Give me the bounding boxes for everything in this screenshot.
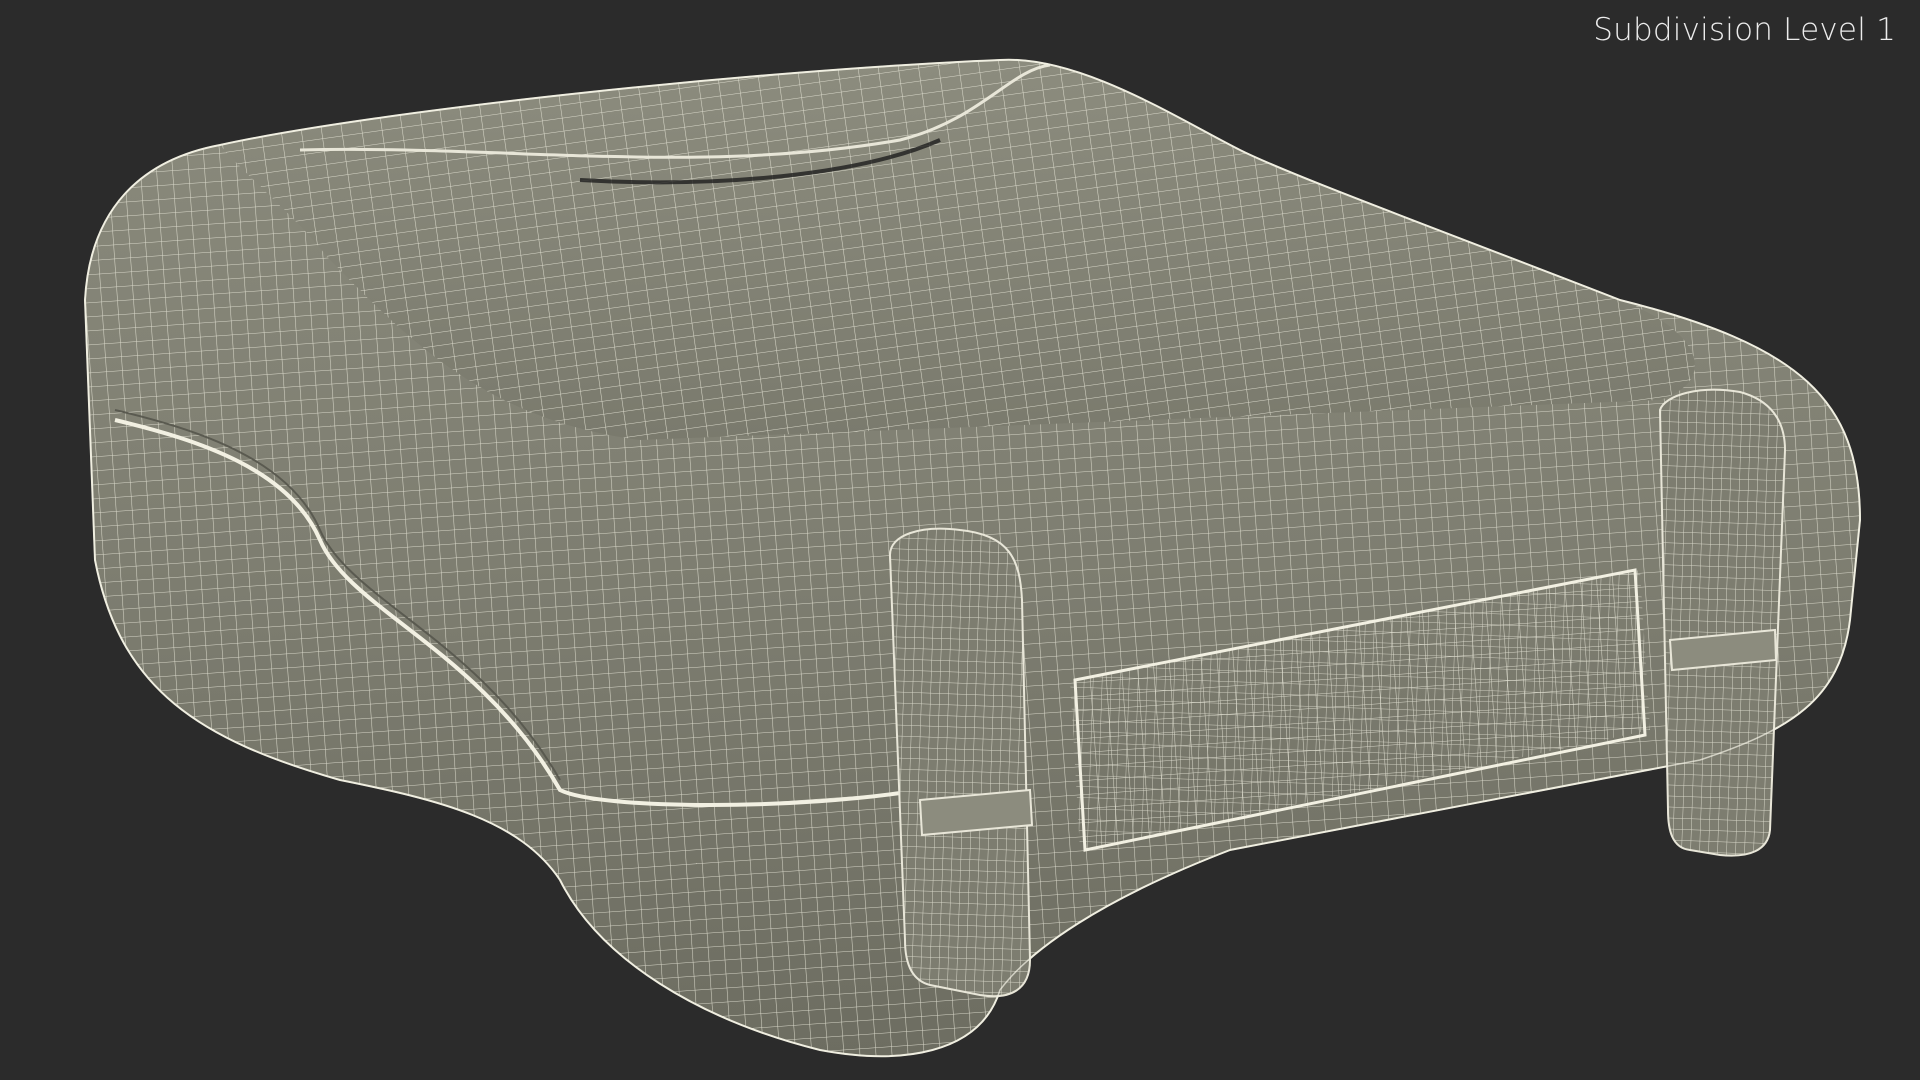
- subdivision-level-label: Subdivision Level 1: [1593, 12, 1896, 48]
- render-viewport: Subdivision Level 1: [0, 0, 1920, 1080]
- wireframe-render: [84, 58, 1861, 1058]
- latch-right: [1658, 388, 1787, 857]
- latch-left: [888, 527, 1034, 998]
